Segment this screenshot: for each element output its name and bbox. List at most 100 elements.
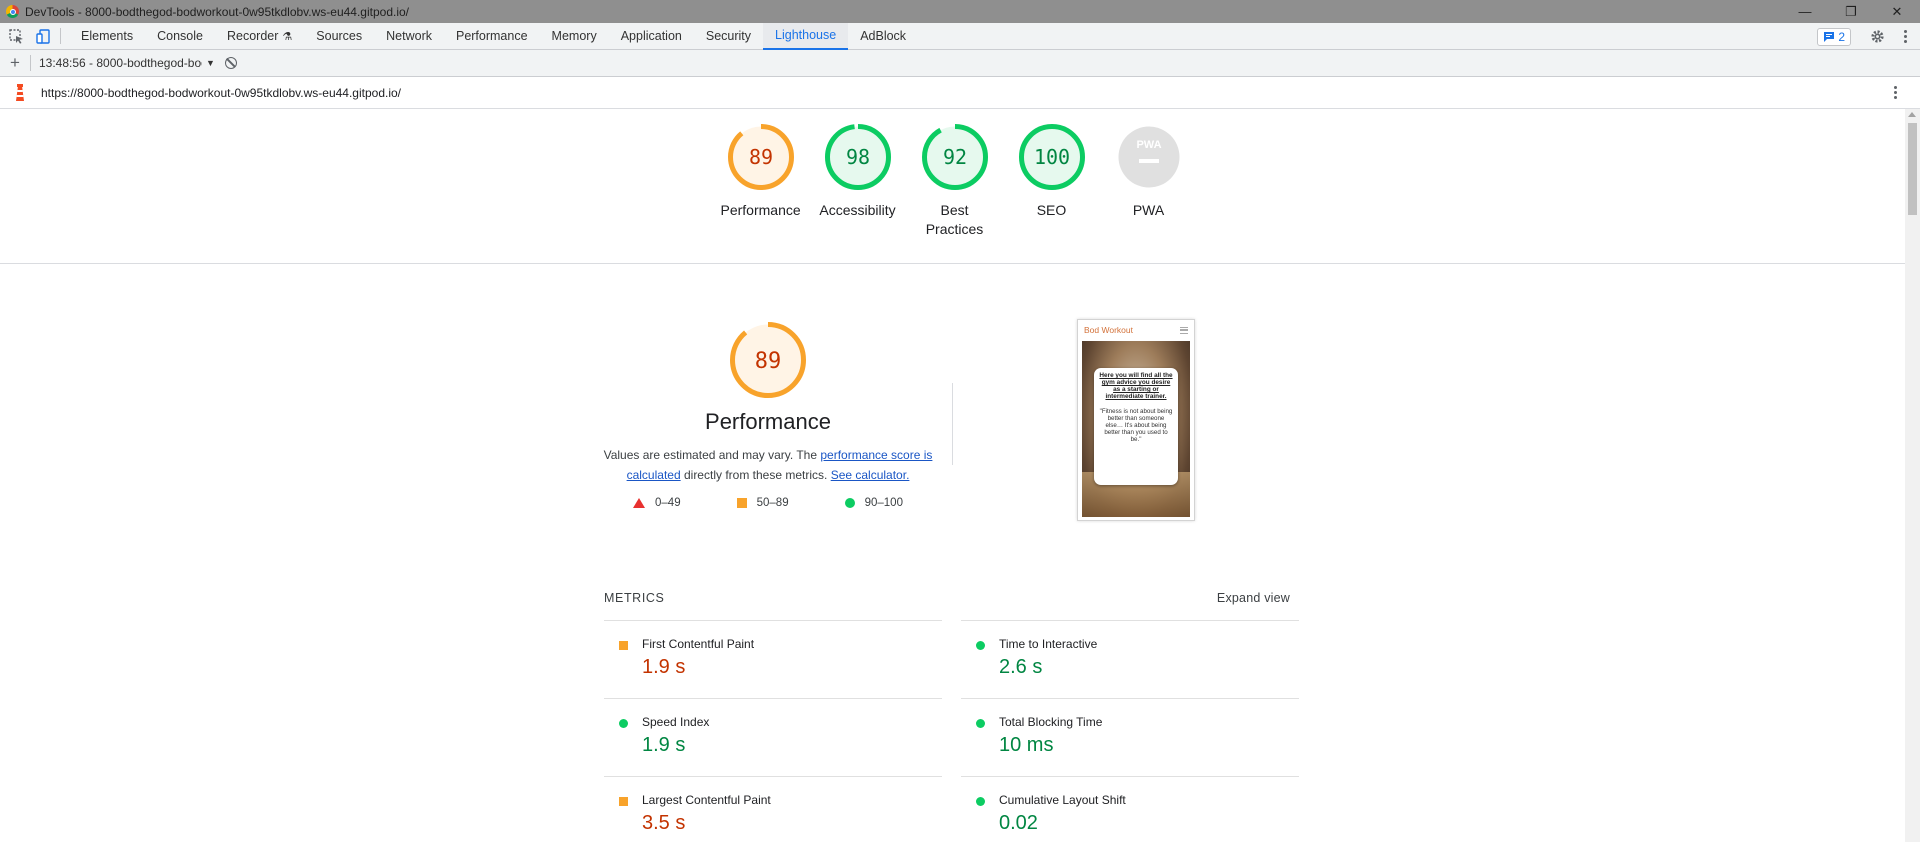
minimize-icon[interactable]: —	[1782, 0, 1828, 23]
metrics-title: METRICS	[604, 591, 665, 605]
window-title: DevTools - 8000-bodthegod-bodworkout-0w9…	[25, 4, 410, 19]
report-select-value: 13:48:56 - 8000-bodthegod-bodworkout	[39, 56, 202, 70]
gauge-background	[1118, 126, 1179, 188]
report-select[interactable]: 13:48:56 - 8000-bodthegod-bodworkout ▼	[39, 56, 217, 70]
tab-label: Console	[157, 29, 203, 43]
gauges-divider	[0, 263, 1905, 264]
dropdown-arrow-icon: ▼	[206, 58, 215, 68]
tab-label: Elements	[81, 29, 134, 43]
tab-sources[interactable]: Sources	[304, 23, 374, 50]
gauge-score: 89	[755, 349, 782, 374]
gauge-score: 100	[1033, 145, 1069, 169]
window-titlebar: DevTools - 8000-bodthegod-bodworkout-0w9…	[0, 0, 1920, 23]
tab-label: Sources	[316, 29, 363, 43]
pass-circle-icon	[844, 498, 855, 508]
gauge-score: 98	[845, 145, 869, 169]
legend-fail: 0–49	[633, 497, 681, 509]
gauge-score: 92	[942, 145, 966, 169]
pass-circle-icon	[976, 641, 985, 650]
screenshot-heading: Here you will find all the gym advice yo…	[1099, 372, 1173, 400]
score-legend: 0–49 50–89 90–100	[633, 497, 903, 509]
screenshot-hero-image: Here you will find all the gym advice yo…	[1082, 341, 1190, 517]
tab-label: AdBlock	[860, 29, 907, 43]
metric-value: 1.9 s	[642, 656, 686, 678]
gauge-accessibility[interactable]: 98 Accessibility	[809, 123, 906, 239]
metric-title: Cumulative Layout Shift	[999, 793, 1126, 807]
tab-label: Performance	[455, 29, 528, 43]
new-report-icon[interactable]: +	[0, 53, 30, 73]
report-menu-icon[interactable]	[1888, 86, 1902, 99]
window-controls: — ❐ ✕	[1782, 0, 1920, 23]
metrics-header: METRICS Expand view	[604, 591, 1290, 605]
gauge-label: Performance	[720, 202, 801, 218]
gauge-pwa[interactable]: PWA PWA	[1100, 123, 1197, 239]
gauge-seo[interactable]: 100 SEO	[1003, 123, 1100, 239]
screenshot-card: Here you will find all the gym advice yo…	[1094, 368, 1178, 485]
device-toolbar-icon[interactable]	[32, 25, 54, 47]
tab-console[interactable]: Console	[145, 23, 215, 50]
desc-prefix: Values are estimated and may vary. The	[603, 448, 821, 462]
pass-circle-icon	[976, 797, 985, 806]
gauge-ring: PWA	[1118, 126, 1179, 188]
gauge-ring: 100	[1018, 124, 1085, 190]
gauge-ring: 92	[921, 124, 988, 190]
screenshot-site-title: Bod Workout	[1084, 325, 1133, 335]
close-icon[interactable]: ✕	[1874, 0, 1920, 23]
settings-gear-icon[interactable]	[1866, 26, 1888, 48]
fail-triangle-icon	[633, 498, 646, 508]
report-scrollbar[interactable]	[1905, 109, 1920, 842]
inspect-element-icon[interactable]	[5, 25, 27, 47]
metric-title: First Contentful Paint	[642, 637, 755, 651]
performance-summary: 89 Performance Values are estimated and …	[600, 321, 936, 509]
metric-title: Speed Index	[642, 715, 710, 729]
toolbar-separator	[30, 55, 31, 71]
gauge-label: SEO	[1036, 202, 1067, 218]
tab-elements[interactable]: Elements	[69, 23, 145, 50]
experiment-flask-icon: ⚗	[282, 30, 293, 43]
gauge-performance[interactable]: 89 Performance	[712, 123, 809, 239]
tab-adblock[interactable]: AdBlock	[848, 23, 918, 50]
gauge-ring: 89	[727, 124, 794, 190]
performance-description: Values are estimated and may vary. The p…	[600, 445, 936, 485]
expand-view-toggle[interactable]: Expand view	[1217, 591, 1290, 605]
metric-value: 10 ms	[999, 734, 1054, 756]
legend-average: 50–89	[736, 497, 789, 509]
final-screenshot[interactable]: Bod Workout Here you will find all the g…	[1077, 319, 1195, 521]
tab-network[interactable]: Network	[374, 23, 444, 50]
performance-gauge[interactable]: 89	[729, 321, 807, 399]
tab-performance[interactable]: Performance	[444, 23, 540, 50]
metric-largest-contentful-paint: Largest Contentful Paint 3.5 s	[604, 776, 942, 842]
customize-menu-icon[interactable]	[1898, 30, 1912, 43]
tab-security[interactable]: Security	[694, 23, 763, 50]
metric-title: Largest Contentful Paint	[642, 793, 771, 807]
metric-time-to-interactive: Time to Interactive 2.6 s	[961, 620, 1299, 698]
restore-icon[interactable]: ❐	[1828, 0, 1874, 23]
legend-fail-label: 0–49	[655, 497, 681, 509]
tab-recorder[interactable]: Recorder ⚗	[215, 23, 304, 50]
tab-lighthouse[interactable]: Lighthouse	[763, 22, 849, 50]
pass-circle-icon	[619, 719, 628, 728]
gauge-score: 89	[748, 145, 772, 169]
chrome-icon	[6, 5, 19, 18]
tab-label: Security	[705, 29, 752, 43]
tab-label: Application	[620, 29, 682, 43]
report-url[interactable]: https://8000-bodthegod-bodworkout-0w95tk…	[41, 86, 401, 100]
legend-average-label: 50–89	[756, 497, 789, 509]
issues-button[interactable]: 2	[1817, 27, 1851, 46]
lighthouse-toolbar: + 13:48:56 - 8000-bodthegod-bodworkout ▼	[0, 50, 1920, 77]
metrics-grid: First Contentful Paint 1.9 s Time to Inter…	[604, 620, 1299, 842]
clear-reports-icon[interactable]	[225, 57, 237, 69]
tab-label: Recorder	[226, 29, 279, 43]
metric-value: 3.5 s	[642, 812, 686, 834]
tab-label: Lighthouse	[775, 28, 837, 42]
see-calculator-link[interactable]: See calculator.	[831, 468, 910, 482]
gauge-best-practices[interactable]: 92 Best Practices	[906, 123, 1003, 239]
scrollbar-thumb[interactable]	[1908, 123, 1917, 215]
tab-application[interactable]: Application	[609, 23, 694, 50]
screenshot-header: Bod Workout	[1078, 320, 1194, 340]
score-gauges: 89 Performance 98 Accessibility 92 Best Pract…	[712, 123, 1197, 239]
issues-icon	[1824, 31, 1835, 42]
tab-memory[interactable]: Memory	[540, 23, 609, 50]
metric-total-blocking-time: Total Blocking Time 10 ms	[961, 698, 1299, 776]
scroll-up-icon[interactable]	[1908, 112, 1916, 117]
